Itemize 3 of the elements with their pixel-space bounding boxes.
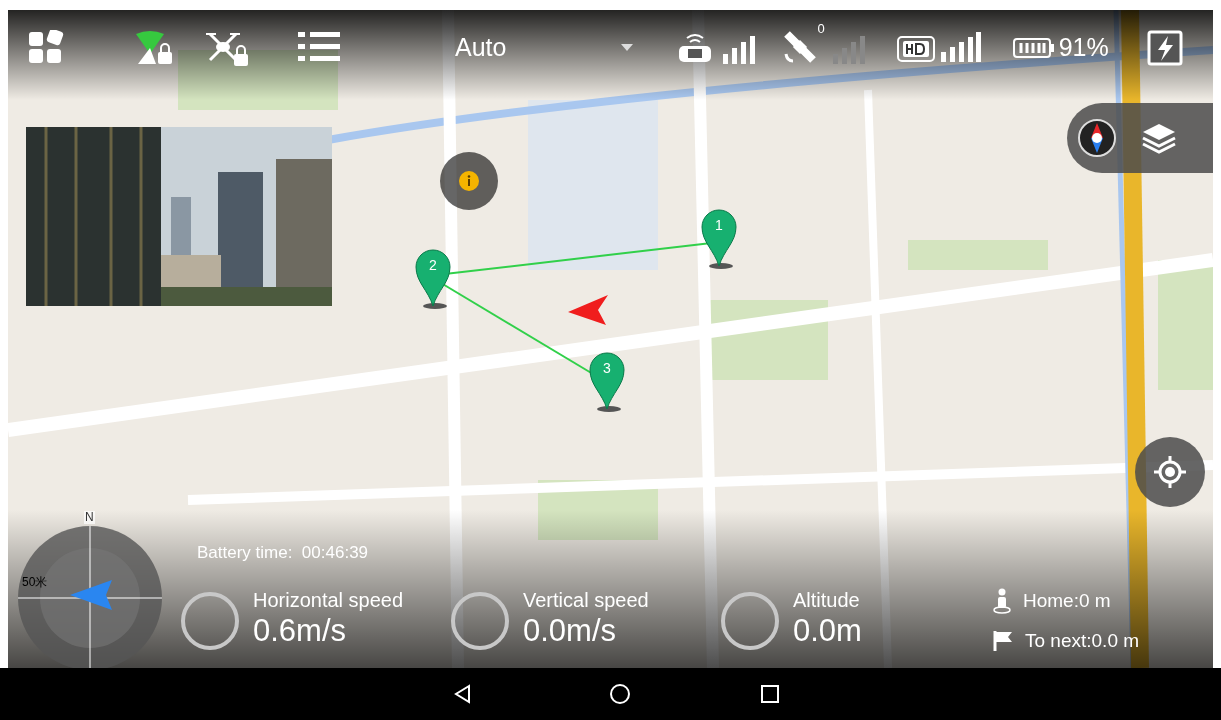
back-icon[interactable] [453, 684, 473, 704]
recents-icon[interactable] [761, 685, 779, 703]
home-icon[interactable] [609, 683, 631, 705]
